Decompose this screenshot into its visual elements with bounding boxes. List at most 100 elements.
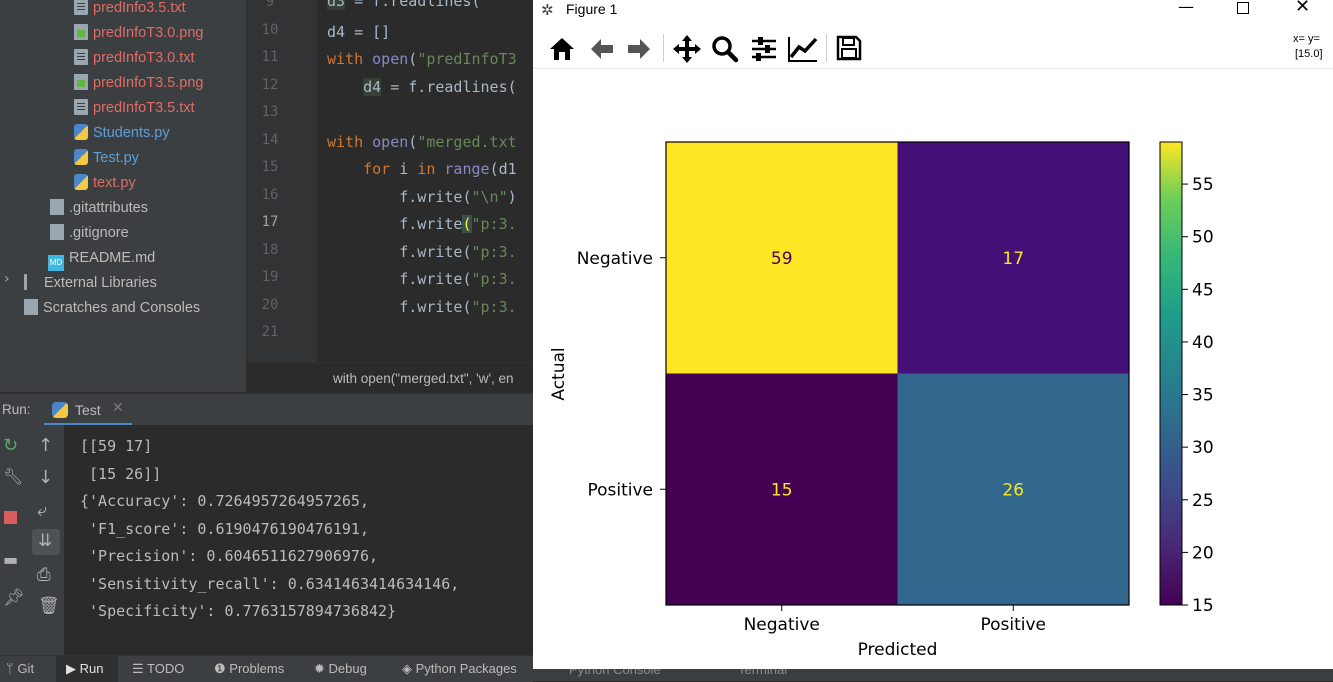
zoom-icon[interactable] — [711, 35, 739, 63]
cell-value-label: 15 — [771, 480, 793, 500]
minimize-button[interactable]: — — [1178, 0, 1194, 16]
run-tool-label: ▶ Run — [66, 661, 103, 677]
x-axis-label: Predicted — [858, 640, 938, 660]
tree-item-label: Students.py — [93, 125, 170, 141]
save-icon[interactable] — [836, 35, 862, 61]
project-tree-item[interactable]: predInfoT3.5.png — [74, 71, 203, 96]
console-output-line: 'Sensitivity_recall': 0.6341463414634146… — [80, 574, 460, 593]
toolbar-separator-2 — [826, 34, 827, 62]
run-tab-test[interactable]: Test ✕ — [44, 394, 132, 426]
tool-window-bar-overflow: Python Console Terminal — [533, 669, 1333, 681]
colorbar-tick-label: 30 — [1192, 438, 1214, 458]
toolbar-separator — [663, 34, 664, 62]
project-tree-item[interactable]: text.py — [74, 171, 136, 196]
line-number: 18 — [261, 241, 279, 258]
run-label-bottom: Run — [79, 661, 104, 676]
rerun-icon[interactable]: ↻ — [3, 435, 18, 456]
close-tab-icon[interactable]: ✕ — [112, 400, 124, 416]
pan-icon[interactable] — [672, 34, 702, 64]
breadcrumb-text: with open("merged.txt", 'w', en — [333, 371, 514, 386]
back-arrow-icon[interactable] — [589, 37, 615, 61]
trash-icon[interactable]: 🗑︎ — [38, 596, 60, 616]
tree-item-label: Scratches and Consoles — [43, 300, 201, 316]
project-tree-item[interactable]: predInfoT3.0.png — [74, 21, 203, 46]
run-tab-label: Test — [75, 402, 101, 418]
line-number: 12 — [261, 76, 279, 93]
soft-wrap-icon[interactable]: ⤶ — [37, 500, 47, 521]
python-packages-tool-button[interactable]: ◈ Python Packages — [402, 661, 517, 677]
line-number: 15 — [261, 159, 279, 175]
stop-icon[interactable] — [4, 511, 17, 524]
expand-chevron-icon[interactable]: › — [4, 271, 10, 287]
scroll-to-end-icon: ⇊ — [38, 531, 53, 551]
txt-file-icon — [74, 99, 88, 115]
project-tree-panel: predInfo3.5.txt predInfoT3.0.png predInfoT… — [0, 0, 246, 392]
confusion-matrix-chart[interactable]: 59 17 15 26 Negative Positive Negative Positi… — [533, 69, 1333, 669]
tool-window-bar: ᛘ Git ▶ Run ☰ TODO ❶ Problems ✹ Debug ◈ … — [0, 655, 533, 682]
cell-value-label: 17 — [1002, 249, 1024, 269]
png-file-icon — [74, 74, 88, 90]
tree-item-label: predInfoT3.5.png — [93, 75, 204, 91]
line-number: 21 — [261, 324, 279, 340]
todo-tool-button[interactable]: ☰ TODO — [132, 661, 184, 677]
project-tree-item[interactable]: External Libraries — [24, 271, 157, 296]
terminal-label[interactable]: Terminal — [738, 669, 787, 677]
tree-item-label: predInfoT3.5.txt — [93, 100, 195, 116]
project-tree-item[interactable]: Scratches and Consoles — [24, 296, 200, 321]
console-output-line: {'Accuracy': 0.7264957264957265, — [80, 492, 369, 510]
tree-item-label: README.md — [69, 250, 156, 266]
colorbar-tick-label: 15 — [1192, 596, 1214, 616]
figure-titlebar: ✲ Figure 1 — ✕ — [533, 0, 1333, 20]
project-tree-item[interactable]: .gitattributes — [50, 196, 148, 221]
home-icon[interactable] — [548, 36, 576, 62]
y-tick-label: Positive — [587, 480, 653, 500]
scroll-down-icon[interactable]: ↓ — [38, 467, 53, 488]
console-output-line: 'Precision': 0.6046511627906976, — [80, 547, 379, 565]
wrench-icon[interactable]: 🔧︎ — [3, 467, 23, 486]
python-console-label[interactable]: Python Console — [569, 669, 661, 677]
play-icon: ▶ — [66, 661, 76, 676]
x-tick-label: Positive — [980, 615, 1046, 635]
colorbar-tick-label: 35 — [1192, 386, 1214, 406]
configure-subplots-icon[interactable] — [750, 36, 778, 62]
editor-breadcrumb[interactable]: with open("merged.txt", 'w', en — [247, 362, 533, 393]
python-icon — [52, 402, 68, 418]
forward-arrow-icon[interactable] — [626, 37, 652, 61]
print-icon[interactable]: ⎙ — [37, 565, 51, 585]
line-number: 9 — [265, 0, 275, 10]
project-tree-item[interactable]: predInfoT3.0.txt — [74, 46, 195, 71]
debug-tool-button[interactable]: ✹ Debug — [314, 661, 367, 677]
console-output-line: 'F1_score': 0.6190476190476191, — [80, 519, 369, 538]
list-icon: ☰ — [132, 661, 144, 676]
git-tool-button[interactable]: ᛘ Git — [6, 661, 34, 676]
problems-tool-button[interactable]: ❶ Problems — [214, 661, 284, 677]
run-console[interactable]: [[59 17] [15 26]] {'Accuracy': 0.72649572… — [64, 425, 533, 655]
tree-item-label: .gitattributes — [69, 200, 148, 216]
txt-file-icon — [74, 49, 88, 65]
maximize-button[interactable] — [1237, 2, 1249, 14]
edit-axes-icon[interactable] — [787, 35, 819, 63]
project-tree-item[interactable]: MD README.md — [48, 246, 155, 271]
png-file-icon — [74, 24, 88, 40]
scroll-up-icon[interactable]: ↑ — [38, 435, 53, 456]
project-tree-item[interactable]: .gitignore — [50, 221, 129, 246]
project-tree-item[interactable]: predInfo3.5.txt — [74, 0, 186, 21]
line-number: 19 — [261, 269, 279, 285]
code-editor[interactable]: d3 = f.readlines( d4 = [] with open("pre… — [317, 0, 533, 362]
git-file-icon — [50, 199, 64, 215]
console-output-line: [15 26]] — [80, 464, 162, 483]
figure-title: Figure 1 — [566, 1, 618, 17]
close-window-button[interactable]: ✕ — [1295, 0, 1310, 17]
pin-icon[interactable]: 📌︎ — [3, 588, 25, 608]
project-tree-item[interactable]: Test.py — [74, 146, 139, 171]
x-tick-label: Negative — [744, 615, 820, 635]
project-tree-item[interactable]: predInfoT3.5.txt — [74, 96, 195, 121]
editor-gutter: 9 10 11 12 13 14 15 16 17 18 19 20 21 — [247, 0, 317, 362]
library-icon — [24, 274, 39, 290]
tree-item-label: predInfo3.5.txt — [93, 0, 186, 16]
console-output-line: 'Specificity': 0.7763157894736842} — [80, 602, 397, 620]
line-number: 16 — [261, 186, 279, 203]
layout-icon[interactable]: ▬ — [3, 550, 18, 569]
line-number: 17 — [261, 214, 279, 230]
project-tree-item[interactable]: Students.py — [74, 121, 170, 146]
